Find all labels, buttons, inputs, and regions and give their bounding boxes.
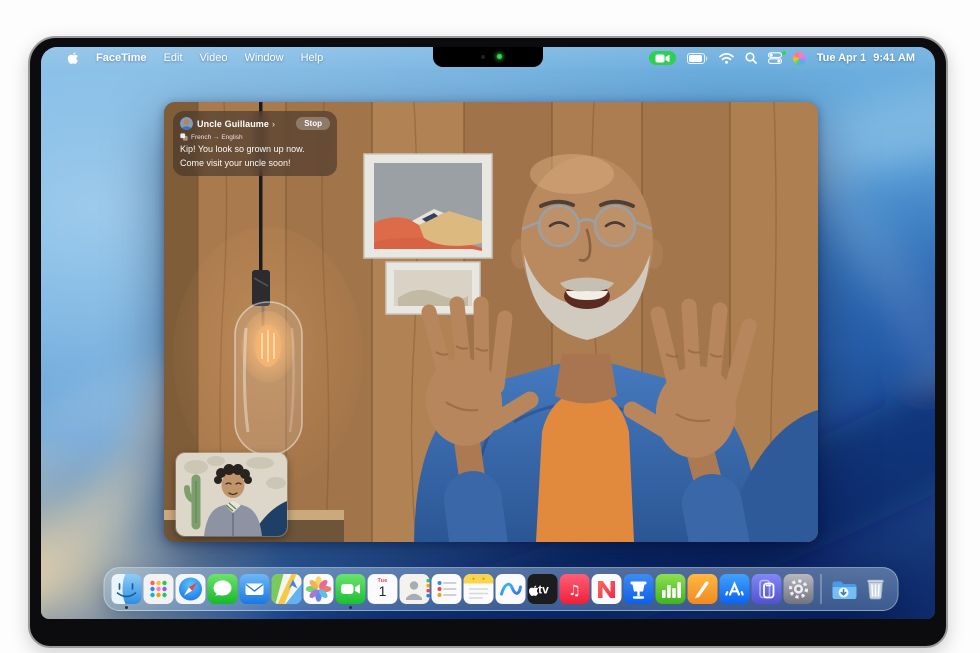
- toggles-glyph: [768, 52, 782, 64]
- stop-button[interactable]: Stop: [296, 117, 330, 130]
- dock-divider: [821, 574, 822, 604]
- clock-date: Tue Apr 1: [817, 52, 867, 64]
- speaker-avatar: [180, 117, 193, 130]
- live-translation-overlay: Uncle Guillaume › Stop French → English: [173, 111, 337, 176]
- spotlight-search-icon[interactable]: [745, 52, 757, 64]
- messages-icon[interactable]: [208, 574, 238, 604]
- notes-icon[interactable]: [464, 574, 494, 604]
- apple-logo-icon: [67, 51, 79, 65]
- local-video-feed: [176, 453, 287, 536]
- facetime-camera-indicator[interactable]: [649, 51, 676, 65]
- facetime-window: Uncle Guillaume › Stop French → English: [164, 102, 818, 542]
- svg-text:♫: ♫: [568, 583, 581, 599]
- maps-icon[interactable]: [272, 574, 302, 604]
- contacts-icon[interactable]: [400, 574, 430, 604]
- downloads-icon[interactable]: [829, 574, 859, 604]
- wifi-icon[interactable]: [719, 53, 734, 64]
- mail-icon[interactable]: [240, 574, 270, 604]
- menu-bar-clock[interactable]: Tue Apr 1 9:41 AM: [817, 52, 915, 64]
- calendar-day: 1: [379, 584, 387, 599]
- pip-self-video[interactable]: [176, 453, 287, 536]
- caption-line: Kip! You look so grown up now.: [180, 143, 330, 155]
- menu-video[interactable]: Video: [200, 52, 228, 64]
- news-icon[interactable]: [592, 574, 622, 604]
- control-center-icon[interactable]: [768, 52, 782, 64]
- calendar-icon[interactable]: Tue1: [368, 574, 398, 604]
- framed-painting-large: [364, 154, 492, 258]
- speaker-name[interactable]: Uncle Guillaume: [197, 119, 269, 129]
- safari-icon[interactable]: [176, 574, 206, 604]
- menu-help[interactable]: Help: [301, 52, 324, 64]
- chevron-right-icon: ›: [272, 119, 275, 129]
- translation-direction: French → English: [191, 134, 243, 141]
- translate-icon: [180, 133, 188, 141]
- numbers-icon[interactable]: [656, 574, 686, 604]
- macbook-screen: FaceTime Edit Video Window Help: [41, 47, 935, 619]
- finder-icon[interactable]: [112, 574, 142, 604]
- status-green-dot: [782, 51, 786, 55]
- apple-newsroom-image: FaceTime Edit Video Window Help: [0, 0, 980, 653]
- battery-icon[interactable]: [687, 53, 708, 64]
- music-icon[interactable]: ♫: [560, 574, 590, 604]
- freeform-icon[interactable]: [496, 574, 526, 604]
- trash-icon[interactable]: [861, 574, 891, 604]
- caption-line: Come visit your uncle soon!: [180, 157, 330, 169]
- pages-icon[interactable]: [688, 574, 718, 604]
- keynote-icon[interactable]: [624, 574, 654, 604]
- photos-icon[interactable]: [304, 574, 334, 604]
- iphone-mirroring-icon[interactable]: [752, 574, 782, 604]
- video-camera-icon: [655, 54, 670, 63]
- launchpad-icon[interactable]: [144, 574, 174, 604]
- system-settings-icon[interactable]: [784, 574, 814, 604]
- camera-active-led: [497, 54, 502, 59]
- dock: Tue1 tv ♫: [104, 567, 899, 611]
- facetime-icon[interactable]: [336, 574, 366, 604]
- clock-time: 9:41 AM: [873, 52, 915, 64]
- app-store-icon[interactable]: [720, 574, 750, 604]
- webcam-icon: [481, 55, 485, 59]
- menu-edit[interactable]: Edit: [164, 52, 183, 64]
- menu-window[interactable]: Window: [244, 52, 283, 64]
- macbook-frame: FaceTime Edit Video Window Help: [28, 36, 948, 648]
- apple-tv-icon[interactable]: tv: [528, 574, 558, 604]
- menu-facetime[interactable]: FaceTime: [96, 52, 147, 64]
- display-notch: [433, 47, 543, 67]
- siri-icon[interactable]: [793, 52, 806, 65]
- apple-menu[interactable]: [67, 51, 79, 65]
- reminders-icon[interactable]: [432, 574, 462, 604]
- svg-text:tv: tv: [538, 583, 549, 597]
